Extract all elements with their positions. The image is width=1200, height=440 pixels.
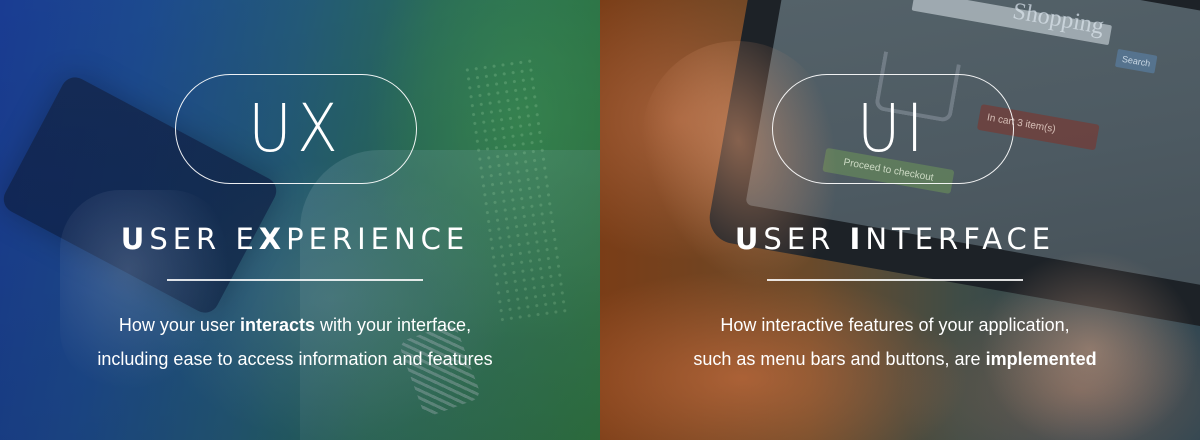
ux-ui-banner: UX USER EXPERIENCE How your user interac… xyxy=(0,0,1200,440)
ux-heading-u: U xyxy=(120,222,150,256)
ux-content: UX USER EXPERIENCE How your user interac… xyxy=(0,0,600,440)
ui-description-line1: How interactive features of your applica… xyxy=(720,315,1070,335)
ui-heading: USER INTERFACE xyxy=(600,222,1190,256)
ui-badge-text: UI xyxy=(857,90,929,167)
ux-badge: UX xyxy=(175,74,417,184)
ux-heading-ser: SER xyxy=(149,222,222,256)
ui-description-line2: such as menu bars and buttons, are imple… xyxy=(600,342,1190,376)
ui-desc-bold: implemented xyxy=(985,349,1097,369)
ux-description: How your user interacts with your interf… xyxy=(0,308,590,376)
ux-desc-after: with your interface, xyxy=(315,315,472,335)
ui-panel: category Shopping Search In cart 3 item(… xyxy=(600,0,1200,440)
ux-divider xyxy=(167,279,423,281)
ui-heading-ser: SER xyxy=(763,222,836,256)
ux-description-line2: including ease to access information and… xyxy=(97,349,493,369)
ui-heading-u: U xyxy=(734,222,764,256)
ux-heading-e: E xyxy=(235,222,259,256)
ui-divider xyxy=(767,279,1023,281)
ui-heading-i: I xyxy=(849,222,866,256)
ui-badge: UI xyxy=(772,74,1014,184)
ux-badge-text: UX xyxy=(248,90,344,167)
ux-description-line1: How your user interacts with your interf… xyxy=(0,308,590,342)
ux-panel: UX USER EXPERIENCE How your user interac… xyxy=(0,0,600,440)
ui-heading-nterface: NTERFACE xyxy=(865,222,1056,256)
ux-heading: USER EXPERIENCE xyxy=(0,222,590,256)
ui-desc-before: such as menu bars and buttons, are xyxy=(693,349,986,369)
ui-content: UI USER INTERFACE How interactive featur… xyxy=(600,0,1200,440)
ui-description: How interactive features of your applica… xyxy=(600,308,1190,376)
ux-heading-x: X xyxy=(258,222,287,256)
ux-desc-bold: interacts xyxy=(239,315,315,335)
ux-desc-before: How your user xyxy=(118,315,240,335)
ux-heading-perience: PERIENCE xyxy=(286,222,470,256)
